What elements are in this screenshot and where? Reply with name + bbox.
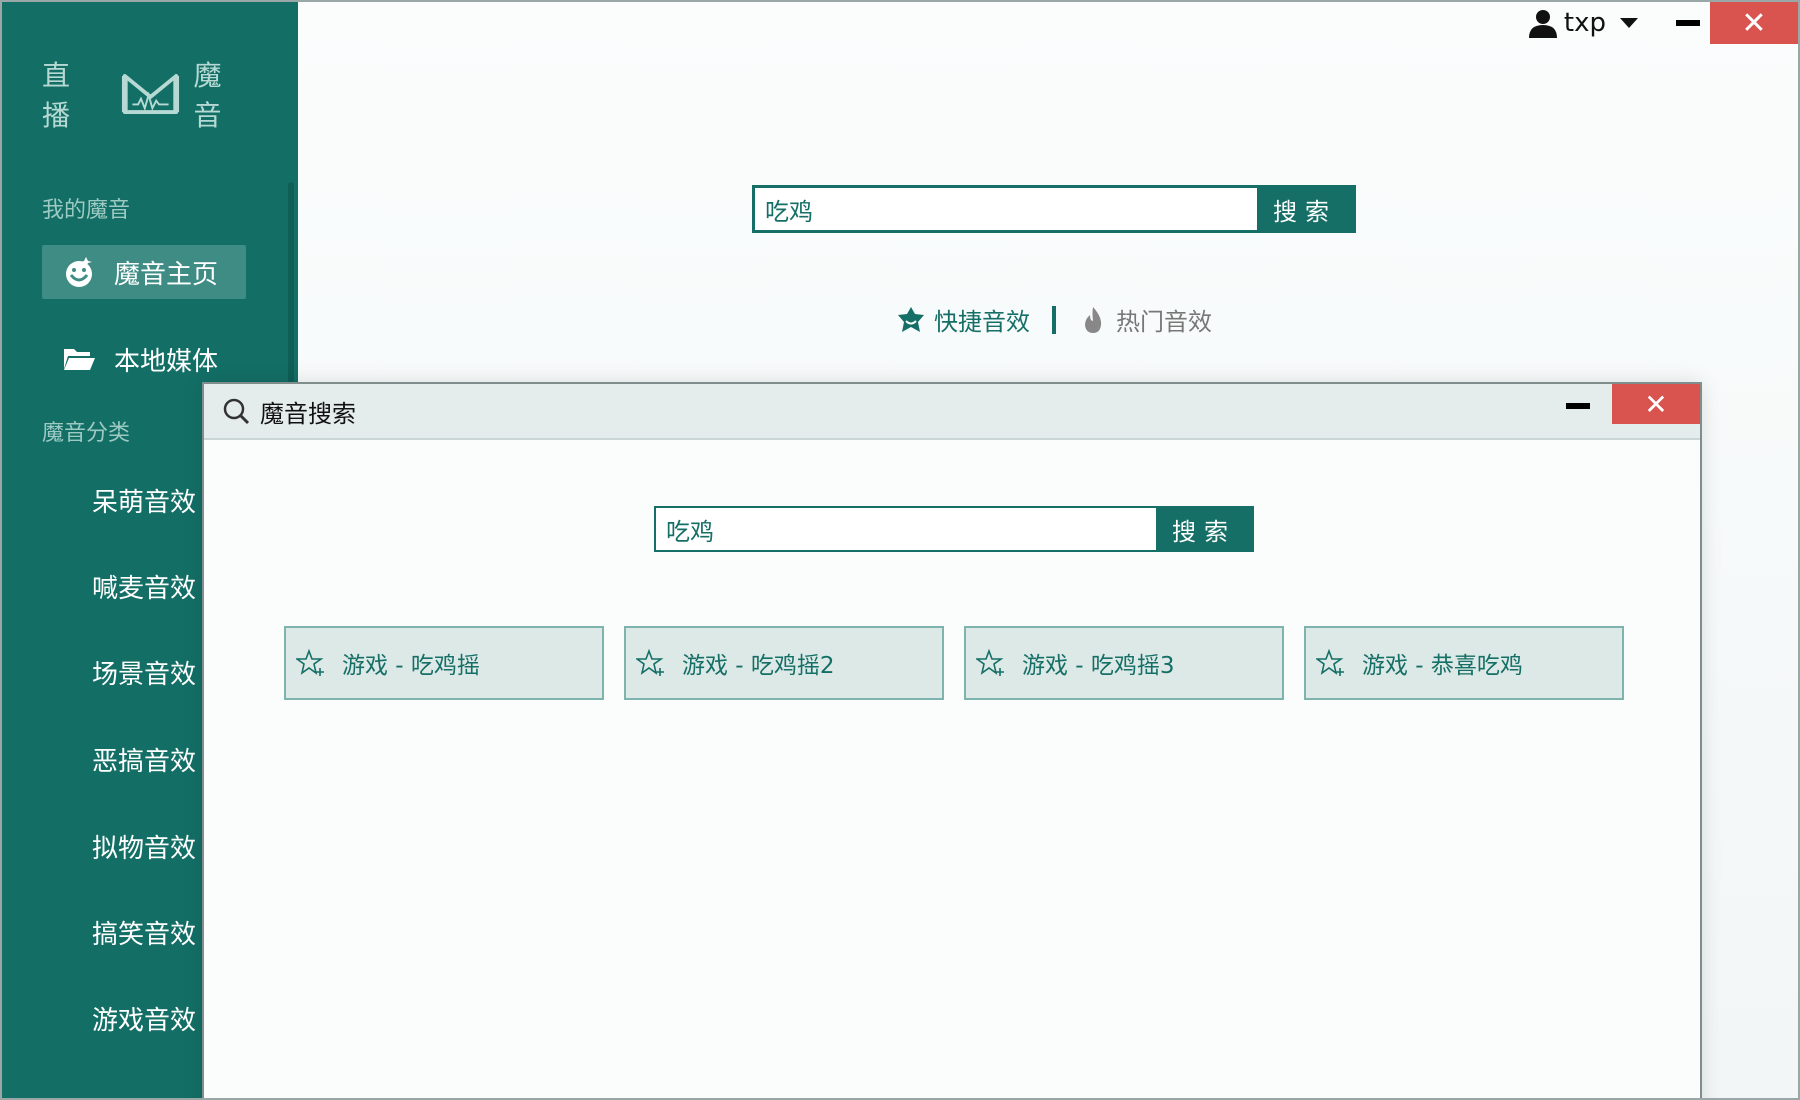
result-item[interactable]: 游戏 - 吃鸡摇 — [284, 626, 604, 700]
dialog-close-button[interactable]: ✕ — [1612, 384, 1700, 424]
tab-label: 热门音效 — [1116, 308, 1212, 336]
result-item[interactable]: 游戏 - 吃鸡摇2 — [624, 626, 944, 700]
section-my-sounds: 我的魔音 — [42, 198, 131, 223]
category-item-onomatopoeia[interactable]: 拟物音效 — [92, 828, 196, 865]
star-outline-icon[interactable] — [636, 648, 666, 678]
star-outline-icon[interactable] — [1316, 648, 1346, 678]
result-item[interactable]: 游戏 - 吃鸡摇3 — [964, 626, 1284, 700]
section-categories: 魔音分类 — [42, 421, 131, 446]
app-logo: 直播 魔音 — [42, 59, 262, 132]
category-item-prank[interactable]: 恶搞音效 — [92, 741, 196, 778]
smile-face-icon — [62, 255, 96, 289]
category-item-game[interactable]: 游戏音效 — [92, 1000, 196, 1037]
user-name: txp — [1563, 8, 1606, 38]
caret-down-icon — [1620, 18, 1638, 28]
star-badge-icon — [898, 306, 924, 332]
user-icon — [1528, 10, 1557, 38]
dialog-search-input[interactable] — [656, 508, 1156, 550]
close-icon: ✕ — [1741, 5, 1767, 41]
nav-item-local-media[interactable]: 本地媒体 — [42, 332, 246, 386]
main-search-bar: 搜索 — [752, 185, 1356, 233]
dialog-header: 魔音搜索 ✕ — [204, 384, 1700, 440]
minimize-icon — [1676, 20, 1700, 26]
search-results: 游戏 - 吃鸡摇 游戏 - 吃鸡摇2 游戏 - 吃鸡摇3 游戏 - 恭喜吃鸡 — [284, 626, 1644, 700]
app-window: 直播 魔音 我的魔音 魔音主页 本地媒体 魔音分类 呆萌音效 喊麦音效 场景音效… — [0, 0, 1800, 1100]
logo-left-text: 直播 — [42, 59, 79, 132]
dialog-title: 魔音搜索 — [260, 399, 356, 428]
tab-label: 快捷音效 — [934, 308, 1030, 336]
window-controls: txp ✕ — [1528, 2, 1798, 44]
main-search-input[interactable] — [755, 188, 1257, 230]
category-item-cute[interactable]: 呆萌音效 — [92, 482, 196, 519]
close-button[interactable]: ✕ — [1710, 2, 1798, 44]
star-outline-icon[interactable] — [296, 648, 326, 678]
dialog-search-button[interactable]: 搜索 — [1156, 508, 1252, 550]
search-icon — [223, 398, 250, 425]
result-label: 游戏 - 吃鸡摇 — [342, 653, 480, 679]
tab-hot-sounds[interactable]: 热门音效 — [1078, 302, 1212, 337]
sound-tabs: 快捷音效 热门音效 — [896, 302, 1212, 337]
category-item-scene[interactable]: 场景音效 — [92, 654, 196, 691]
folder-open-icon — [62, 342, 96, 376]
main-search-button[interactable]: 搜索 — [1257, 188, 1353, 230]
logo-right-text: 魔音 — [193, 59, 230, 132]
nav-item-label: 本地媒体 — [114, 346, 219, 377]
user-menu[interactable]: txp — [1528, 8, 1638, 38]
result-label: 游戏 - 吃鸡摇2 — [682, 653, 835, 679]
dialog-search-bar: 搜索 — [654, 506, 1254, 552]
dialog-minimize-button[interactable] — [1556, 388, 1600, 424]
result-label: 游戏 - 吃鸡摇3 — [1022, 653, 1175, 679]
nav-item-home[interactable]: 魔音主页 — [42, 245, 246, 299]
minimize-button[interactable] — [1666, 2, 1710, 44]
logo-m-icon — [121, 74, 179, 114]
search-dialog: 魔音搜索 ✕ 搜索 游戏 - 吃鸡摇 — [202, 382, 1702, 1098]
sidebar-scrollbar[interactable] — [288, 182, 294, 402]
hot-flame-icon — [1085, 306, 1102, 333]
minimize-icon — [1566, 403, 1590, 409]
close-icon: ✕ — [1644, 387, 1668, 421]
result-item[interactable]: 游戏 - 恭喜吃鸡 — [1304, 626, 1624, 700]
star-outline-icon[interactable] — [976, 648, 1006, 678]
nav-item-label: 魔音主页 — [114, 259, 219, 290]
tab-separator — [1052, 305, 1056, 334]
result-label: 游戏 - 恭喜吃鸡 — [1362, 653, 1523, 679]
category-item-funny[interactable]: 搞笑音效 — [92, 914, 196, 951]
category-item-mc[interactable]: 喊麦音效 — [92, 568, 196, 605]
tab-quick-sounds[interactable]: 快捷音效 — [896, 302, 1030, 337]
